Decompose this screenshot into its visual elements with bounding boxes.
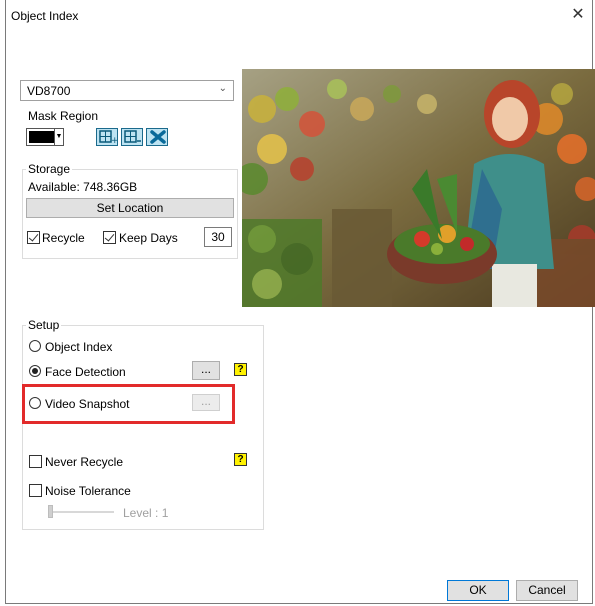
noise-level-label: Level : 1 [123, 506, 169, 520]
add-mask-button[interactable]: + [96, 128, 118, 146]
noise-slider-thumb[interactable] [48, 505, 53, 518]
recycle-checkbox[interactable] [27, 231, 40, 244]
object-index-radio[interactable] [29, 340, 41, 352]
available-space: Available: 748.36GB [28, 180, 138, 194]
keep-days-checkbox[interactable] [103, 231, 116, 244]
clear-x-icon [150, 130, 166, 144]
set-location-button[interactable]: Set Location [26, 198, 234, 218]
color-swatch-icon [29, 131, 54, 143]
recycle-label: Recycle [42, 231, 85, 245]
noise-slider-track [48, 511, 114, 513]
remove-mask-button[interactable] [121, 128, 143, 146]
grid-remove-icon [124, 130, 141, 143]
chevron-down-icon: ⌄ [218, 83, 227, 94]
mask-region-label: Mask Region [28, 109, 99, 123]
window-title: Object Index [11, 9, 79, 23]
keep-days-label: Keep Days [119, 231, 178, 245]
never-recycle-label: Never Recycle [45, 455, 124, 469]
camera-select-value: VD8700 [27, 84, 71, 98]
setup-legend: Setup [26, 318, 62, 332]
help-icon[interactable]: ? [234, 363, 247, 376]
keep-days-input[interactable]: 30 [204, 227, 232, 247]
svg-text:+: + [111, 136, 117, 144]
ok-button[interactable]: OK [447, 580, 509, 601]
preview-scene [242, 69, 595, 307]
close-icon[interactable]: ✕ [566, 4, 590, 26]
clear-mask-button[interactable] [146, 128, 168, 146]
grid-add-icon: + [99, 130, 117, 144]
storage-legend: Storage [26, 162, 73, 176]
highlight-box [22, 384, 235, 424]
mask-color-picker[interactable]: ▼ [26, 128, 64, 146]
never-recycle-checkbox[interactable] [29, 455, 42, 468]
face-detection-browse-button[interactable]: ... [192, 361, 220, 380]
title-bar: Object Index ✕ [6, 0, 592, 32]
object-index-label: Object Index [45, 340, 113, 354]
help-icon[interactable]: ? [234, 453, 247, 466]
cancel-button[interactable]: Cancel [516, 580, 578, 601]
noise-tolerance-label: Noise Tolerance [45, 484, 131, 498]
setup-group: Setup [22, 318, 264, 530]
dropdown-arrow-icon: ▼ [54, 129, 63, 145]
face-detection-label: Face Detection [45, 365, 126, 379]
camera-select[interactable]: VD8700 ⌄ [20, 80, 234, 101]
noise-tolerance-checkbox[interactable] [29, 484, 42, 497]
camera-preview-image [242, 69, 595, 307]
face-detection-radio[interactable] [29, 365, 41, 377]
